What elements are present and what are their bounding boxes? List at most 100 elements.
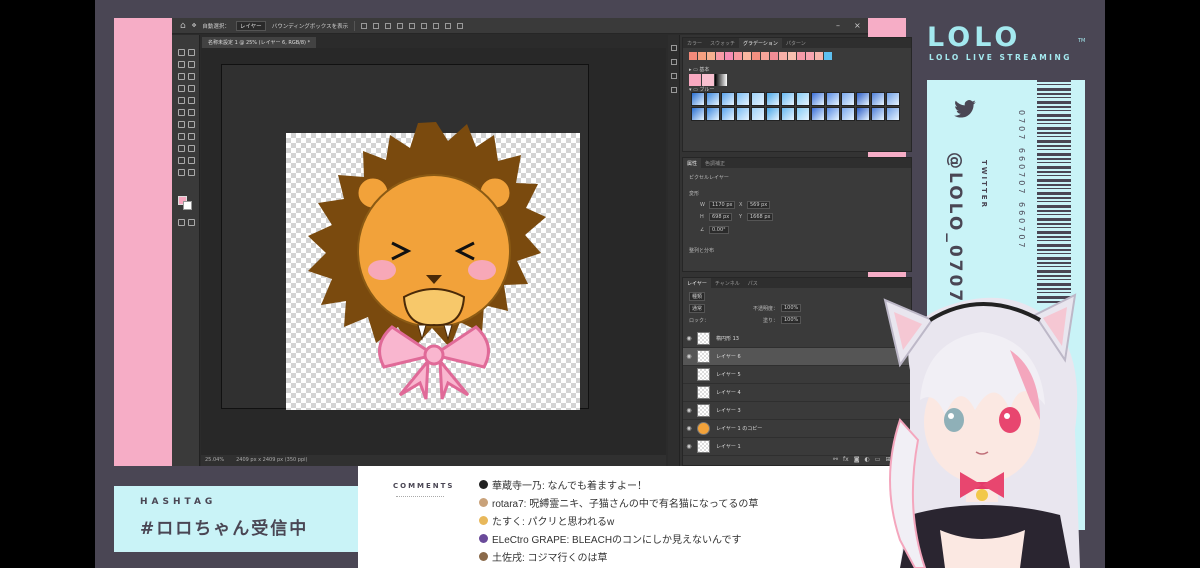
pen-tool-icon[interactable] [188,133,195,140]
gradient-swatch[interactable] [691,107,705,121]
background-color-swatch[interactable] [183,201,192,210]
type-tool-icon[interactable] [178,145,185,152]
close-icon[interactable]: × [854,21,861,30]
gradient-swatch[interactable] [824,52,832,60]
history-panel-icon[interactable] [671,45,677,51]
distribute-icon[interactable] [421,22,428,29]
move-tool-icon[interactable]: ✥ [192,23,197,29]
fx-icon[interactable]: fx [843,456,849,463]
gradient-swatch[interactable] [702,74,714,86]
gradient-swatch[interactable] [766,107,780,121]
gradient-swatch[interactable] [811,107,825,121]
visibility-eye-icon[interactable]: ◉ [683,335,695,342]
stamp-tool-icon[interactable] [188,97,195,104]
auto-select-dropdown[interactable]: レイヤー [235,20,266,31]
adjustment-icon[interactable]: ◐ [865,456,870,463]
blur-tool-icon[interactable] [188,121,195,128]
gradient-swatch[interactable] [761,52,769,60]
gradient-swatch[interactable] [826,92,840,106]
brush-panel-icon[interactable] [671,73,677,79]
artboard-tool-icon[interactable] [188,49,195,56]
x-field[interactable]: 569 px [747,201,771,209]
document-area[interactable] [201,48,666,455]
history-brush-icon[interactable] [178,109,185,116]
gradient-swatch[interactable] [826,107,840,121]
gradient-swatch[interactable] [721,107,735,121]
brush-tool-icon[interactable] [178,97,185,104]
visibility-eye-icon[interactable]: ◉ [683,407,695,414]
gradient-swatch[interactable] [751,92,765,106]
gradient-swatch[interactable] [766,92,780,106]
gradient-swatch[interactable] [743,52,751,60]
gradient-swatch[interactable] [691,92,705,106]
hand-tool-icon[interactable] [188,157,195,164]
tab-paths[interactable]: パス [744,278,762,288]
visibility-eye-icon[interactable]: ◉ [683,443,695,450]
zoom-level[interactable]: 25.04% [205,457,224,464]
move-tool-icon[interactable] [178,49,185,56]
visibility-eye-icon[interactable]: ◉ [683,425,695,432]
gradient-swatch[interactable] [796,92,810,106]
bounding-box-checkbox[interactable]: バウンディングボックスを表示 [272,22,348,30]
align-icon[interactable] [361,22,368,29]
gradient-swatch[interactable] [841,107,855,121]
gradient-swatch[interactable] [781,107,795,121]
distribute-icon[interactable] [433,22,440,29]
gradient-swatch[interactable] [689,74,701,86]
gradient-swatch[interactable] [736,107,750,121]
gradient-swatch[interactable] [706,92,720,106]
screen-mode-icon[interactable] [188,219,195,226]
gradient-swatch[interactable] [770,52,778,60]
gradient-swatch[interactable] [806,52,814,60]
link-icon[interactable]: ⚯ [833,456,838,463]
blend-mode-dropdown[interactable]: 通常 [689,304,706,313]
gradient-swatch[interactable] [752,52,760,60]
width-field[interactable]: 1170 px [709,201,736,209]
fill-field[interactable]: 100% [781,316,802,324]
gradient-swatch[interactable] [725,52,733,60]
gradient-swatch[interactable] [781,92,795,106]
more-tools-icon[interactable] [188,169,195,176]
align-icon[interactable] [373,22,380,29]
opacity-field[interactable]: 100% [781,304,802,312]
gradient-swatch[interactable] [856,107,870,121]
quick-mask-icon[interactable] [178,219,185,226]
tab-adjustments[interactable]: 色調補正 [701,158,729,168]
gradient-tool-icon[interactable] [178,121,185,128]
gradient-swatch[interactable] [707,52,715,60]
gradient-swatch[interactable] [706,107,720,121]
tab-channels[interactable]: チャンネル [711,278,744,288]
mask-icon[interactable]: ◙ [854,456,860,463]
magic-wand-icon[interactable] [188,61,195,68]
y-field[interactable]: 1668 px [747,213,774,221]
tab-swatches[interactable]: スウォッチ [706,38,739,48]
eraser-icon[interactable] [188,109,195,116]
path-select-icon[interactable] [188,145,195,152]
frame-tool-icon[interactable] [188,73,195,80]
adjust-panel-icon[interactable] [671,59,677,65]
tab-color[interactable]: カラー [683,38,706,48]
healing-brush-icon[interactable] [188,85,195,92]
3d-mode-icon[interactable] [445,22,452,29]
height-field[interactable]: 698 px [709,213,733,221]
gradient-swatch[interactable] [721,92,735,106]
distribute-icon[interactable] [409,22,416,29]
gradient-swatch[interactable] [734,52,742,60]
gradient-swatch[interactable] [886,107,900,121]
layer-filter-dropdown[interactable]: 種類 [689,292,706,301]
crop-tool-icon[interactable] [178,73,185,80]
gradient-folder-basic[interactable]: ▸ ▭ 基本 [689,66,709,73]
home-icon[interactable]: ⌂ [180,21,186,31]
lasso-tool-icon[interactable] [178,61,185,68]
gradient-swatch[interactable] [811,92,825,106]
gradient-swatch[interactable] [871,107,885,121]
zoom-tool-icon[interactable] [178,169,185,176]
eyedropper-icon[interactable] [178,85,185,92]
align-section[interactable]: 整列と分布 [689,247,714,254]
align-icon[interactable] [397,22,404,29]
paragraph-panel-icon[interactable] [671,87,677,93]
gradient-swatch[interactable] [841,92,855,106]
gradient-swatch[interactable] [856,92,870,106]
document-tab[interactable]: 名称未設定 1 @ 25% (レイヤー 6, RGB/8) * [202,37,317,48]
tab-layers[interactable]: レイヤー [683,278,711,288]
